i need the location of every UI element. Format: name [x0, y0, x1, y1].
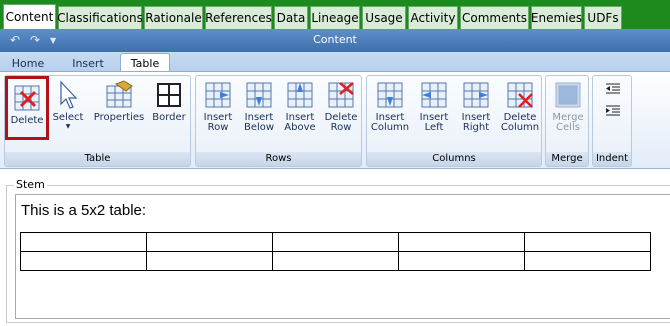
- table-cell[interactable]: [272, 232, 399, 252]
- insert-left-icon: [421, 82, 447, 108]
- tab-data[interactable]: Data: [274, 6, 308, 29]
- tab-rationale[interactable]: Rationale: [144, 6, 203, 29]
- ribbon-tab-home[interactable]: Home: [6, 54, 50, 72]
- insert-below-icon: [246, 82, 272, 108]
- insert-row-button[interactable]: Insert Row: [200, 80, 236, 138]
- delete-row-button[interactable]: Delete Row: [323, 80, 359, 138]
- ribbon: Delete Select ▼ Properties Border Table …: [0, 71, 670, 169]
- group-merge-label: Merge: [546, 152, 588, 166]
- group-columns-label: Columns: [367, 152, 541, 166]
- insert-below-button[interactable]: Insert Below: [241, 80, 277, 138]
- merge-cells-icon: [555, 82, 581, 108]
- tab-udfs[interactable]: UDFs: [584, 6, 622, 29]
- tab-usage[interactable]: Usage: [362, 6, 406, 29]
- table-cell[interactable]: [146, 232, 273, 252]
- table-properties-icon: [106, 80, 133, 108]
- insert-above-button[interactable]: Insert Above: [282, 80, 318, 138]
- increase-indent-icon[interactable]: [604, 104, 622, 118]
- insert-right-label-2: Right: [462, 122, 490, 133]
- table-cell[interactable]: [398, 251, 525, 271]
- delete-table-button[interactable]: Delete: [5, 76, 49, 140]
- tab-lineage[interactable]: Lineage: [310, 6, 360, 29]
- window-title: Content: [313, 33, 357, 46]
- table-cell[interactable]: [272, 251, 399, 271]
- group-table-label: Table: [5, 152, 190, 166]
- insert-column-icon: [377, 82, 403, 108]
- table-cell[interactable]: [20, 232, 147, 252]
- properties-label: Properties: [93, 112, 145, 123]
- content-area: Stem This is a 5x2 table:: [0, 169, 670, 326]
- insert-column-label-2: Column: [370, 122, 410, 133]
- group-indent: Indent: [592, 75, 632, 167]
- stem-text[interactable]: This is a 5x2 table:: [21, 202, 146, 219]
- select-button[interactable]: Select ▼: [52, 80, 84, 138]
- border-icon: [157, 83, 181, 107]
- top-tab-strip: Content Classifications Rationale Refere…: [0, 0, 670, 29]
- delete-label: Delete: [10, 115, 44, 126]
- cursor-arrow-icon: [60, 80, 78, 109]
- table-cell[interactable]: [524, 251, 651, 271]
- table-cell[interactable]: [20, 251, 147, 271]
- table-row: [20, 232, 651, 252]
- border-label: Border: [152, 112, 186, 123]
- tab-comments[interactable]: Comments: [460, 6, 529, 29]
- table-row: [20, 251, 651, 271]
- tab-enemies[interactable]: Enemies: [531, 6, 582, 29]
- group-rows: Insert Row Insert Below Insert Above Del…: [195, 75, 362, 167]
- merge-cells-button[interactable]: Merge Cells: [548, 80, 588, 138]
- table-cell[interactable]: [146, 251, 273, 271]
- insert-above-icon: [287, 82, 313, 108]
- stem-editor[interactable]: This is a 5x2 table:: [15, 194, 670, 319]
- delete-row-label-2: Row: [330, 122, 352, 133]
- stem-label: Stem: [14, 178, 47, 191]
- insert-left-button[interactable]: Insert Left: [415, 80, 453, 138]
- tab-references[interactable]: References: [205, 6, 272, 29]
- select-dropdown-icon: ▼: [65, 123, 71, 130]
- delete-column-button[interactable]: Delete Column: [499, 80, 541, 138]
- decrease-indent-icon[interactable]: [604, 82, 622, 96]
- ribbon-tab-strip: Home Insert Table: [0, 52, 670, 73]
- group-merge: Merge Cells Merge: [545, 75, 589, 167]
- delete-table-icon: [14, 85, 40, 111]
- delete-column-icon: [507, 82, 533, 108]
- group-table: Delete Select ▼ Properties Border Table: [4, 75, 191, 167]
- delete-column-label-2: Column: [500, 122, 540, 133]
- group-indent-label: Indent: [593, 152, 631, 166]
- insert-left-label-2: Left: [424, 122, 444, 133]
- group-rows-label: Rows: [196, 152, 361, 166]
- insert-right-icon: [463, 82, 489, 108]
- insert-row-label-2: Row: [207, 122, 229, 133]
- tab-classifications[interactable]: Classifications: [57, 6, 143, 29]
- ribbon-tab-insert[interactable]: Insert: [64, 54, 112, 72]
- table-cell[interactable]: [524, 232, 651, 252]
- merge-cells-label-2: Cells: [556, 122, 580, 133]
- insert-below-label-2: Below: [243, 122, 275, 133]
- tab-content[interactable]: Content: [3, 4, 56, 29]
- delete-row-icon: [328, 82, 354, 108]
- insert-column-button[interactable]: Insert Column: [369, 80, 411, 138]
- group-columns: Insert Column Insert Left Insert Right D…: [366, 75, 542, 167]
- select-label: Select: [52, 112, 84, 123]
- insert-right-button[interactable]: Insert Right: [457, 80, 495, 138]
- table-cell[interactable]: [398, 232, 525, 252]
- stem-table[interactable]: [20, 232, 651, 271]
- border-button[interactable]: Border: [151, 80, 187, 138]
- ribbon-tab-table[interactable]: Table: [120, 53, 170, 73]
- properties-button[interactable]: Properties: [92, 80, 146, 138]
- insert-row-icon: [205, 82, 231, 108]
- tab-activity[interactable]: Activity: [408, 6, 458, 29]
- title-bar: ↶ ↷ ▼ Content: [0, 29, 670, 52]
- insert-above-label-2: Above: [284, 122, 316, 133]
